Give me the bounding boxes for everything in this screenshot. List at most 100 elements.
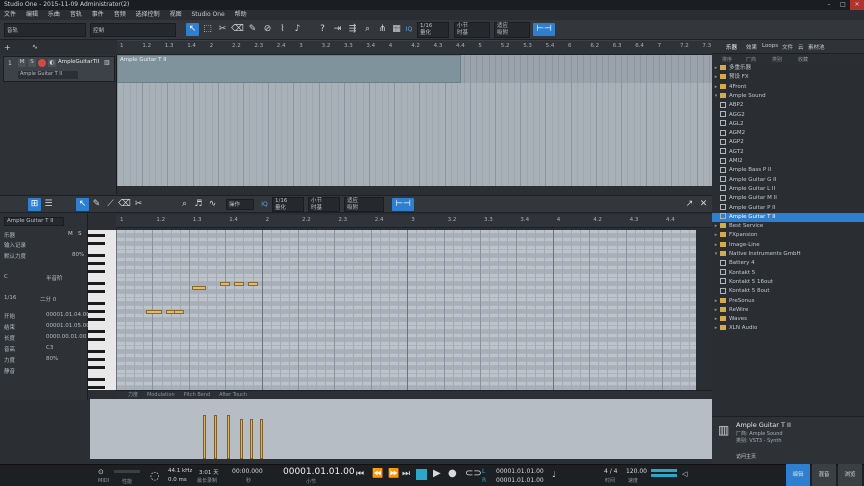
black-key[interactable]	[88, 302, 105, 305]
minimize-button[interactable]: –	[822, 0, 836, 10]
tab-pool[interactable]: 素材池	[808, 43, 825, 51]
black-key[interactable]	[88, 262, 105, 265]
tab-velocity[interactable]: 力度	[128, 392, 138, 398]
black-key[interactable]	[88, 366, 105, 369]
browser-folder[interactable]: ▸ ReWire	[712, 306, 864, 315]
editor-curve-icon[interactable]: ∿	[206, 198, 219, 211]
black-key[interactable]	[88, 310, 105, 313]
editor-instrument-field[interactable]: Ample Guitar T II	[4, 217, 64, 226]
edit-view-button[interactable]: 编辑	[786, 464, 810, 486]
chevron-down-icon[interactable]: ▾	[712, 92, 720, 101]
velocity-bar[interactable]	[250, 419, 253, 459]
black-key[interactable]	[88, 350, 105, 353]
solo-button[interactable]: S	[28, 59, 36, 67]
midi-note[interactable]	[248, 282, 258, 286]
mute-button[interactable]: M	[18, 59, 26, 67]
control-field[interactable]: 控制	[90, 23, 176, 37]
browser-instrument[interactable]: Battery 4	[712, 259, 864, 268]
add-track-icon[interactable]: +	[4, 43, 11, 52]
time-signature[interactable]: 4 / 4	[604, 468, 617, 475]
menu-transport[interactable]: 选择控制	[136, 11, 160, 18]
editor-snap-select[interactable]: 适应 吸附	[344, 197, 384, 212]
note-start-value[interactable]: 00001.01.04.00	[46, 312, 90, 318]
editor-pencil-tool-icon[interactable]: ✎	[90, 198, 103, 211]
menu-help[interactable]: 帮助	[235, 11, 247, 18]
black-key[interactable]	[88, 242, 105, 245]
note-length-value[interactable]: 0000.00.01.00	[46, 334, 86, 340]
loop-right[interactable]: 00001.01.01.00	[496, 477, 544, 484]
browser-folder[interactable]: ▸ PreSonus	[712, 297, 864, 306]
menu-track[interactable]: 音轨	[70, 11, 82, 18]
tempo[interactable]: 120.00	[626, 468, 647, 475]
track-header-guitar[interactable]: 1 M S ◐ AmpleGuitarTII ▥ Ample Guitar T …	[3, 56, 115, 82]
instrument-event[interactable]: Ample Guitar T II	[117, 55, 461, 83]
browser-folder[interactable]: ▸ 4Front	[712, 83, 864, 92]
black-key[interactable]	[88, 338, 105, 341]
chevron-right-icon[interactable]: ▸	[712, 297, 720, 306]
timebase-select[interactable]: 小节 时基	[454, 22, 490, 38]
tab-cloud[interactable]: 云	[798, 43, 804, 51]
editor-timebase-select[interactable]: 小节 时基	[308, 197, 340, 212]
velocity-bar[interactable]	[227, 415, 230, 459]
browser-instrument[interactable]: Kontakt 5 16out	[712, 278, 864, 287]
zoom-icon[interactable]: ⌕	[361, 23, 374, 36]
loop-follow-icon[interactable]: ⊢⊣	[533, 23, 555, 36]
tab-pitch-bend[interactable]: Pitch Bend	[184, 392, 211, 398]
tab-modulation[interactable]: Modulation	[147, 392, 175, 398]
velocity-bar[interactable]	[240, 419, 243, 459]
chevron-right-icon[interactable]: ▸	[712, 315, 720, 324]
chevron-down-icon[interactable]: ▾	[712, 250, 720, 259]
black-key[interactable]	[88, 386, 105, 389]
midi-note[interactable]	[220, 282, 230, 286]
chevron-right-icon[interactable]: ▸	[712, 241, 720, 250]
arrow-tool-icon[interactable]: ↖	[186, 23, 199, 36]
menu-edit[interactable]: 编辑	[26, 11, 38, 18]
piano-keyboard[interactable]	[88, 230, 116, 390]
arrangement-scrollbar[interactable]	[117, 186, 712, 194]
black-key[interactable]	[88, 234, 105, 237]
velocity-bar[interactable]	[203, 415, 206, 459]
editor-eraser-tool-icon[interactable]: ⌫	[118, 198, 131, 211]
editor-close-icon[interactable]: ✕	[697, 198, 710, 211]
maximize-button[interactable]: □	[836, 0, 850, 10]
black-key[interactable]	[88, 378, 105, 381]
inspector-mute-button[interactable]: M	[68, 231, 73, 237]
time-seconds[interactable]: 00:00.000	[232, 468, 263, 475]
black-key[interactable]	[88, 270, 105, 273]
inspector-toggle-icon[interactable]: ⊞	[28, 198, 41, 211]
menu-view[interactable]: 视图	[170, 11, 182, 18]
iq-toggle[interactable]: IQ	[402, 23, 416, 36]
inspector-key-label[interactable]: C	[4, 274, 8, 280]
browser-folder[interactable]: ▸ FXpansion	[712, 231, 864, 240]
browser-instrument[interactable]: Ample Guitar T II	[712, 212, 864, 222]
plugin-homepage-link[interactable]: 访问主页	[736, 453, 756, 460]
browser-instrument[interactable]: Ample Bass P II	[712, 166, 864, 175]
split-tool-icon[interactable]: ✂	[216, 23, 229, 36]
tab-instruments[interactable]: 乐器	[726, 43, 737, 51]
stop-button[interactable]	[416, 469, 427, 480]
listen-tool-icon[interactable]: ♪	[291, 23, 304, 36]
rewind-icon[interactable]: ⏪	[372, 469, 383, 479]
help-icon[interactable]: ?	[316, 23, 329, 36]
black-key[interactable]	[88, 290, 105, 293]
menu-studio-one[interactable]: Studio One	[192, 11, 225, 18]
inspector-quant-label[interactable]: 1/16	[4, 295, 16, 301]
browser-instrument[interactable]: AGM2	[712, 129, 864, 138]
chevron-right-icon[interactable]: ▸	[712, 222, 720, 231]
browser-instrument[interactable]: Kontakt 5 8out	[712, 287, 864, 296]
quantize-select[interactable]: 1/16 量化	[417, 22, 449, 38]
browser-instrument[interactable]: AGG2	[712, 111, 864, 120]
note-velocity-value[interactable]: 80%	[46, 356, 58, 362]
browser-instrument[interactable]: AMI2	[712, 157, 864, 166]
browser-instrument[interactable]: Kontakt 5	[712, 269, 864, 278]
note-pitch-value[interactable]: C3	[46, 345, 53, 351]
chevron-right-icon[interactable]: ▸	[712, 324, 720, 333]
chevron-right-icon[interactable]: ▸	[712, 73, 720, 82]
browser-instrument[interactable]: AGT2	[712, 148, 864, 157]
editor-detach-icon[interactable]: ↗	[683, 198, 696, 211]
midi-note[interactable]	[192, 286, 206, 290]
editor-arrow-tool-icon[interactable]: ↖	[76, 198, 89, 211]
browser-instrument[interactable]: AGL2	[712, 120, 864, 129]
record-icon[interactable]: ●	[448, 468, 457, 479]
velocity-lane[interactable]	[90, 399, 712, 459]
